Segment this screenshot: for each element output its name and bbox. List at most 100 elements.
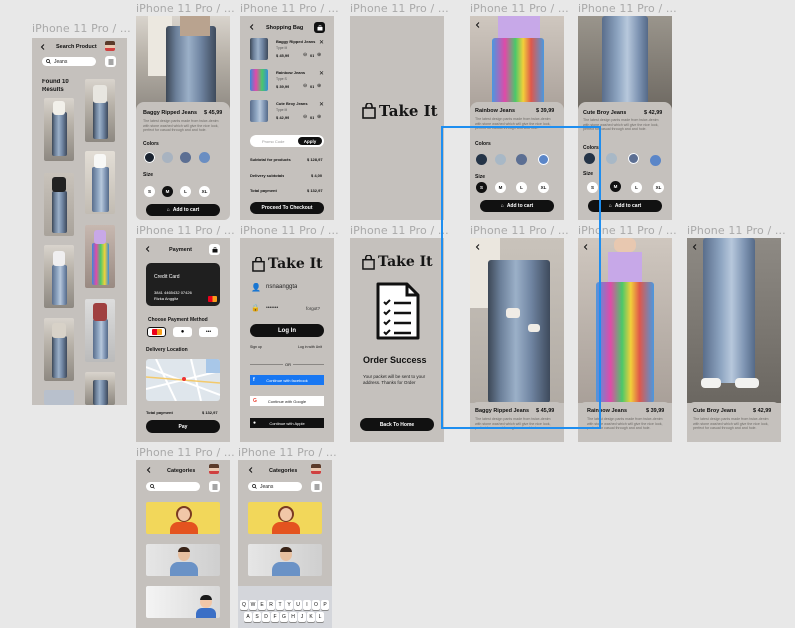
apple-pay-option[interactable]: ● <box>173 327 192 337</box>
frame-label[interactable]: iPhone 11 Pro / ... <box>240 2 338 15</box>
category-kids[interactable] <box>146 586 220 618</box>
frame-label[interactable]: iPhone 11 Pro / ... <box>350 224 448 237</box>
avatar[interactable] <box>209 464 219 474</box>
frame-label[interactable]: iPhone 11 Pro / ... <box>136 224 234 237</box>
size-xl[interactable]: XL <box>199 186 210 197</box>
frame-label[interactable]: iPhone 11 Pro / ... <box>240 224 338 237</box>
size-l[interactable]: L <box>631 182 642 193</box>
color-swatch[interactable] <box>199 152 210 163</box>
keyboard-key[interactable]: P <box>321 600 329 610</box>
checkout-button[interactable]: Proceed To Checkout <box>250 202 324 214</box>
forgot-password-link[interactable]: forgot? <box>306 306 320 311</box>
remove-icon[interactable]: ✕ <box>319 70 324 77</box>
filter-button[interactable] <box>209 481 220 492</box>
back-to-home-button[interactable]: Back To Home <box>360 418 434 431</box>
color-swatch[interactable] <box>180 152 191 163</box>
mastercard-option[interactable] <box>147 327 166 337</box>
frame-label[interactable]: iPhone 11 Pro / ... <box>136 446 234 459</box>
keyboard-key[interactable]: F <box>271 612 279 622</box>
login-with-link[interactable]: Log in with Unit <box>298 345 322 349</box>
product-thumb[interactable] <box>44 98 74 161</box>
size-s[interactable]: S <box>144 186 155 197</box>
frame-label[interactable]: iPhone 11 Pro / ... <box>470 2 568 15</box>
product-thumb[interactable] <box>44 245 74 308</box>
frame-label[interactable]: iPhone 11 Pro / ... <box>238 446 336 459</box>
keyboard-key[interactable]: I <box>303 600 311 610</box>
frame-label[interactable]: iPhone 11 Pro / ... <box>578 2 676 15</box>
keyboard-key[interactable]: O <box>312 600 320 610</box>
keyboard-key[interactable]: K <box>307 612 315 622</box>
color-swatch[interactable] <box>606 153 617 164</box>
keyboard-key[interactable]: S <box>253 612 261 622</box>
keyboard-key[interactable]: W <box>249 600 257 610</box>
keyboard-key[interactable]: A <box>244 612 252 622</box>
filter-button[interactable] <box>105 56 116 67</box>
apple-login-button[interactable]: ● Continue with Apple <box>250 418 324 428</box>
product-thumb[interactable] <box>85 79 115 142</box>
keyboard-key[interactable]: D <box>262 612 270 622</box>
back-arrow-icon[interactable] <box>691 243 699 251</box>
category-women[interactable] <box>146 502 220 534</box>
delivery-map[interactable] <box>146 359 220 401</box>
category-men[interactable] <box>248 544 322 576</box>
size-m[interactable]: M <box>610 181 621 192</box>
facebook-login-button[interactable]: f Continue with facebook <box>250 375 324 385</box>
keyboard-key[interactable]: Y <box>285 600 293 610</box>
product-thumb[interactable] <box>44 318 74 381</box>
keyboard-key[interactable]: G <box>280 612 288 622</box>
qty-minus-icon[interactable]: ⊖ <box>303 52 307 58</box>
size-l[interactable]: L <box>180 186 191 197</box>
back-arrow-icon[interactable] <box>248 23 256 31</box>
color-swatch-selected[interactable] <box>144 152 155 163</box>
frame-label[interactable]: iPhone 11 Pro / ... <box>136 2 234 15</box>
qty-minus-icon[interactable]: ⊖ <box>303 83 307 89</box>
apply-button[interactable]: Apply <box>298 137 322 145</box>
color-swatch[interactable] <box>650 155 661 166</box>
qty-plus-icon[interactable]: ⊕ <box>317 114 321 120</box>
back-arrow-icon[interactable] <box>145 466 153 474</box>
back-arrow-icon[interactable] <box>247 466 255 474</box>
keyboard-key[interactable]: R <box>267 600 275 610</box>
product-thumb[interactable] <box>85 151 115 214</box>
product-thumb[interactable] <box>85 225 115 288</box>
login-button[interactable]: Log In <box>250 324 324 337</box>
bag-button[interactable] <box>209 244 220 255</box>
color-swatch-selected[interactable] <box>628 153 639 164</box>
avatar[interactable] <box>311 464 321 474</box>
qty-plus-icon[interactable]: ⊕ <box>317 83 321 89</box>
keyboard-key[interactable]: T <box>276 600 284 610</box>
back-arrow-icon[interactable] <box>474 21 482 29</box>
remove-icon[interactable]: ✕ <box>319 39 324 46</box>
product-thumb[interactable] <box>85 372 115 405</box>
product-thumb[interactable] <box>44 390 74 405</box>
color-swatch[interactable] <box>162 152 173 163</box>
product-thumb[interactable] <box>44 173 74 236</box>
pay-button[interactable]: Pay <box>146 420 220 433</box>
remove-icon[interactable]: ✕ <box>319 101 324 108</box>
product-thumb[interactable] <box>85 299 115 362</box>
password-field[interactable]: ••••••• <box>266 305 278 311</box>
category-men[interactable] <box>146 544 220 576</box>
more-payment-option[interactable]: ••• <box>199 327 218 337</box>
back-arrow-icon[interactable] <box>144 245 152 253</box>
keyboard-key[interactable]: H <box>289 612 297 622</box>
bag-button[interactable] <box>314 22 325 33</box>
frame-label[interactable]: iPhone 11 Pro / ... <box>32 22 130 35</box>
keyboard-key[interactable]: L <box>316 612 324 622</box>
category-women[interactable] <box>248 502 322 534</box>
keyboard-key[interactable]: Q <box>240 600 248 610</box>
google-login-button[interactable]: G Continue with Google <box>250 396 324 406</box>
frame-label[interactable]: iPhone 11 Pro / ... <box>350 2 448 15</box>
qty-plus-icon[interactable]: ⊕ <box>317 52 321 58</box>
frame-label[interactable]: iPhone 11 Pro / ... <box>687 224 785 237</box>
signup-link[interactable]: Sign up <box>250 345 262 349</box>
qty-minus-icon[interactable]: ⊖ <box>303 114 307 120</box>
username-field[interactable]: risnaanggta <box>266 284 297 290</box>
filter-button[interactable] <box>311 481 322 492</box>
keyboard-key[interactable]: J <box>298 612 306 622</box>
back-arrow-icon[interactable] <box>39 43 47 51</box>
size-xl[interactable]: XL <box>653 182 664 193</box>
credit-card[interactable]: Credit Card 3841 4465432 07426 Rizka Ang… <box>146 263 220 306</box>
keyboard-key[interactable]: U <box>294 600 302 610</box>
avatar[interactable] <box>105 41 115 51</box>
